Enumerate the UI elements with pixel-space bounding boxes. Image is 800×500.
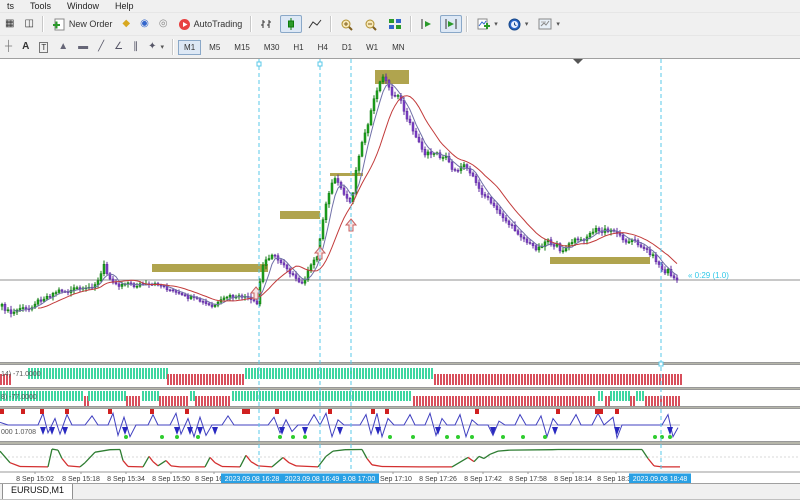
- autotrading-label: AutoTrading: [194, 19, 243, 29]
- pane3-label: 000 1.0708: [1, 429, 36, 436]
- templates-dropdown-arrow: ▾: [556, 20, 560, 28]
- time-highlight-label: 2023.09.08 16:49: [285, 476, 340, 483]
- arrow-shape-icon[interactable]: ▲: [54, 38, 72, 56]
- new-order-button[interactable]: New Order: [48, 15, 117, 34]
- timeframe-button-m1[interactable]: M1: [178, 40, 201, 55]
- toolbar-separator: [172, 39, 174, 55]
- timeframe-button-w1[interactable]: W1: [360, 40, 384, 55]
- menu-item-window[interactable]: Window: [60, 0, 106, 12]
- timeframes-icon[interactable]: ▾: [504, 15, 533, 34]
- bar-chart-icon[interactable]: [256, 15, 278, 33]
- toolbar-separator: [42, 16, 44, 32]
- market-icon[interactable]: ◉: [136, 15, 153, 33]
- auto-scroll-icon[interactable]: [416, 15, 438, 33]
- timeframe-button-m30[interactable]: M30: [258, 40, 286, 55]
- text-label-icon[interactable]: T: [35, 39, 52, 56]
- menu-item-charts[interactable]: ts: [0, 0, 21, 12]
- timeframes-dropdown-arrow: ▾: [525, 20, 529, 28]
- timeframe-button-d1[interactable]: D1: [336, 40, 358, 55]
- signals-icon[interactable]: ◎: [155, 15, 172, 33]
- time-highlight-label: 2023.09.08 18:48: [633, 476, 688, 483]
- timeframe-button-h4[interactable]: H4: [312, 40, 334, 55]
- time-axis-label: 8 Sep 17:58: [509, 476, 547, 483]
- chart-canvas[interactable]: « 0:29 (1.0) 14) -71.0000 8) -77.0000 000 1…: [0, 58, 800, 483]
- toolbar-separator: [330, 16, 332, 32]
- trendline-icon[interactable]: ╱: [94, 38, 108, 56]
- tab-eurusd-m1[interactable]: EURUSD,M1: [2, 484, 73, 500]
- time-axis-label: 8 Sep 18:14: [554, 476, 592, 483]
- line-chart-icon[interactable]: [304, 15, 326, 33]
- menu-item-tools[interactable]: Tools: [23, 0, 58, 12]
- timeframe-button-m5[interactable]: M5: [203, 40, 226, 55]
- pane1-label: 14) -71.0000: [1, 371, 41, 378]
- timeframe-button-m15[interactable]: M15: [228, 40, 256, 55]
- channel-icon[interactable]: ∥: [129, 38, 142, 56]
- drawing-toolbar: ┼ A T ▲ ▬ ╱ ∠ ∥ ✦▾ M1M5M15M30H1H4D1W1MN: [0, 35, 800, 58]
- timeframe-button-h1[interactable]: H1: [287, 40, 309, 55]
- chart-window-icon[interactable]: ▦: [1, 15, 18, 33]
- timeframe-button-mn[interactable]: MN: [386, 40, 410, 55]
- time-axis-label: 8 Sep 17:26: [419, 476, 457, 483]
- time-axis-label: 8 Sep 15:18: [62, 476, 100, 483]
- candlestick-icon[interactable]: [280, 15, 302, 33]
- profiles-icon[interactable]: ◫: [20, 15, 37, 33]
- timeframe-buttons: M1M5M15M30H1H4D1W1MN: [177, 40, 412, 55]
- indicators-dropdown-arrow: ▾: [494, 20, 498, 28]
- pane2-label: 8) -77.0000: [1, 394, 37, 401]
- tile-windows-icon[interactable]: [384, 15, 406, 33]
- indicators-icon[interactable]: ▾: [472, 15, 502, 34]
- autotrading-icon: [178, 18, 191, 31]
- time-axis-label: 8 Sep 17:10: [374, 476, 412, 483]
- templates-icon[interactable]: ▾: [534, 15, 564, 33]
- chart-shift-icon[interactable]: [440, 15, 462, 33]
- chart-tab-bar: EURUSD,M1: [0, 483, 800, 500]
- menu-item-help[interactable]: Help: [108, 0, 141, 12]
- menu-bar: ts Tools Window Help: [0, 0, 800, 12]
- new-order-label: New Order: [69, 19, 113, 29]
- new-order-icon: [52, 18, 66, 31]
- toolbar-separator: [250, 16, 252, 32]
- crosshair-icon[interactable]: ┼: [1, 38, 16, 56]
- time-axis-label: 8 Sep 15:50: [152, 476, 190, 483]
- main-toolbar: ▦ ◫ New Order ◆ ◉ ◎ AutoTrading: [0, 12, 800, 35]
- rectangle-icon[interactable]: ▬: [74, 38, 92, 56]
- trading-terminal-window: ts Tools Window Help ▦ ◫ New Order ◆ ◉ ◎…: [0, 0, 800, 500]
- time-axis-label: 8 Sep 17:42: [464, 476, 502, 483]
- time-axis-label: 8 Sep 15:02: [16, 476, 54, 483]
- arrows-menu-icon[interactable]: ✦▾: [144, 38, 168, 56]
- text-a-icon[interactable]: A: [18, 38, 33, 56]
- metaeditor-icon[interactable]: ◆: [118, 15, 134, 33]
- time-highlight-label: 2023.09.08 16:28: [225, 476, 280, 483]
- time-axis-label: 8 Sep 15:34: [107, 476, 145, 483]
- candle-countdown-label: « 0:29 (1.0): [688, 271, 729, 280]
- autotrading-button[interactable]: AutoTrading: [174, 15, 247, 34]
- zoom-in-icon[interactable]: [336, 15, 358, 34]
- zoom-out-icon[interactable]: [360, 15, 382, 34]
- toolbar-separator: [466, 16, 468, 32]
- toolbar-separator: [410, 16, 412, 32]
- angle-icon[interactable]: ∠: [110, 38, 127, 56]
